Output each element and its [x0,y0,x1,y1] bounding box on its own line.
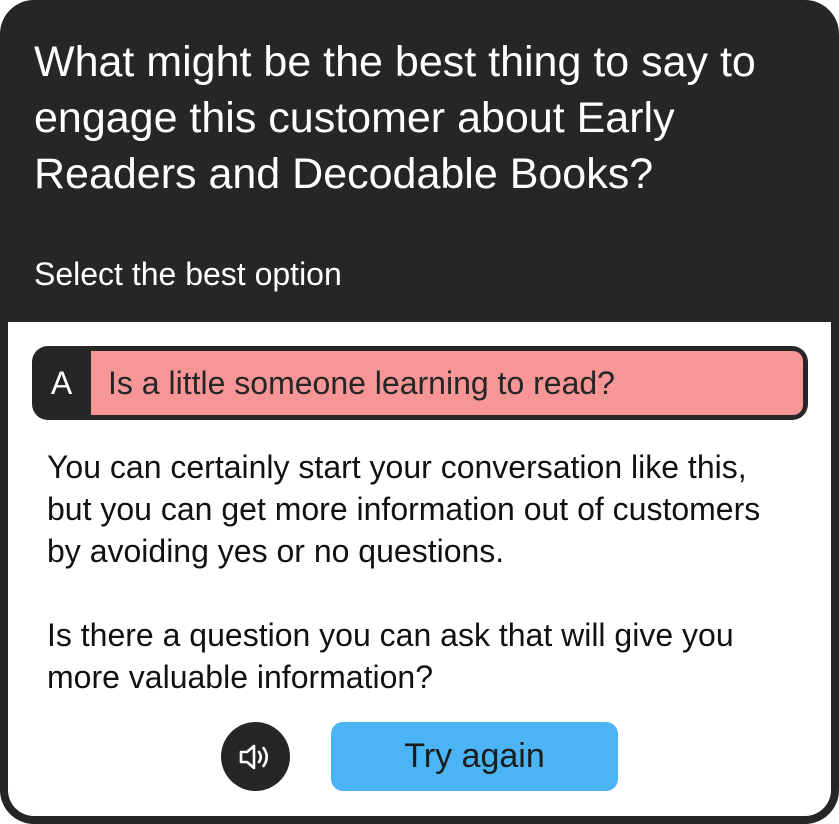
question-card: What might be the best thing to say to e… [0,0,839,824]
feedback-paragraph: Is there a question you can ask that wil… [47,617,734,695]
answer-panel: A Is a little someone learning to read? … [8,322,831,816]
audio-button[interactable] [221,722,290,791]
feedback-message: You can certainly start your conversatio… [47,446,787,698]
instruction-text: Select the best option [34,256,342,292]
option-letter: A [50,364,73,401]
answer-option-a[interactable]: A Is a little someone learning to read? [32,346,808,420]
feedback-paragraph: You can certainly start your conversatio… [47,449,761,569]
question-text: What might be the best thing to say to e… [34,38,756,198]
speaker-icon [239,744,268,769]
try-again-button[interactable]: Try again [331,722,618,791]
option-label: Is a little someone learning to read? [91,351,803,415]
